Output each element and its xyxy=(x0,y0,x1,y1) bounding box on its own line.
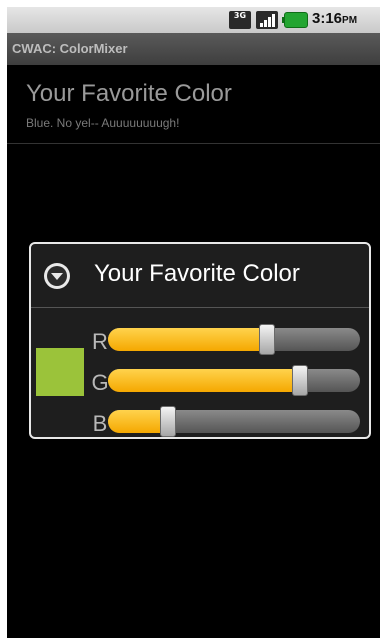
blue-slider[interactable] xyxy=(108,406,360,437)
dialog-divider xyxy=(31,307,369,308)
slider-fill xyxy=(108,369,300,392)
red-label: R xyxy=(92,329,108,354)
3g-icon: 3G xyxy=(229,11,251,29)
signal-bars-icon xyxy=(256,11,278,29)
clock-time: 3:16 xyxy=(312,10,343,27)
color-dialog: Your Favorite Color R G B xyxy=(29,242,371,439)
battery-charging-icon xyxy=(282,12,308,28)
preference-title: Your Favorite Color xyxy=(26,80,232,107)
blue-label: B xyxy=(92,411,108,436)
network-type: 3G xyxy=(233,11,247,20)
slider-thumb[interactable] xyxy=(292,365,308,396)
clock-ampm: PM xyxy=(342,15,358,26)
preference-summary: Blue. No yel-- Auuuuuuuugh! xyxy=(26,116,180,130)
green-slider[interactable] xyxy=(108,365,360,396)
app-title-bar: CWAC: ColorMixer xyxy=(7,33,380,65)
status-clock: 3:16PM xyxy=(312,10,357,27)
slider-thumb[interactable] xyxy=(259,324,275,355)
green-label: G xyxy=(91,370,109,395)
status-bar: 3G 3:16PM xyxy=(7,7,380,33)
slider-thumb[interactable] xyxy=(160,406,176,437)
dialog-title: Your Favorite Color xyxy=(94,260,300,287)
dialog-title-bar: Your Favorite Color xyxy=(31,244,369,306)
color-swatch xyxy=(36,348,84,396)
slider-fill xyxy=(108,328,267,351)
list-divider xyxy=(7,143,380,144)
app-title: CWAC: ColorMixer xyxy=(12,41,128,56)
dropdown-arrow-icon xyxy=(44,263,70,289)
device-screen: 3G 3:16PM CWAC: ColorMixer Your Favorite… xyxy=(7,7,380,638)
slider-fill xyxy=(108,410,168,433)
red-slider[interactable] xyxy=(108,324,360,355)
